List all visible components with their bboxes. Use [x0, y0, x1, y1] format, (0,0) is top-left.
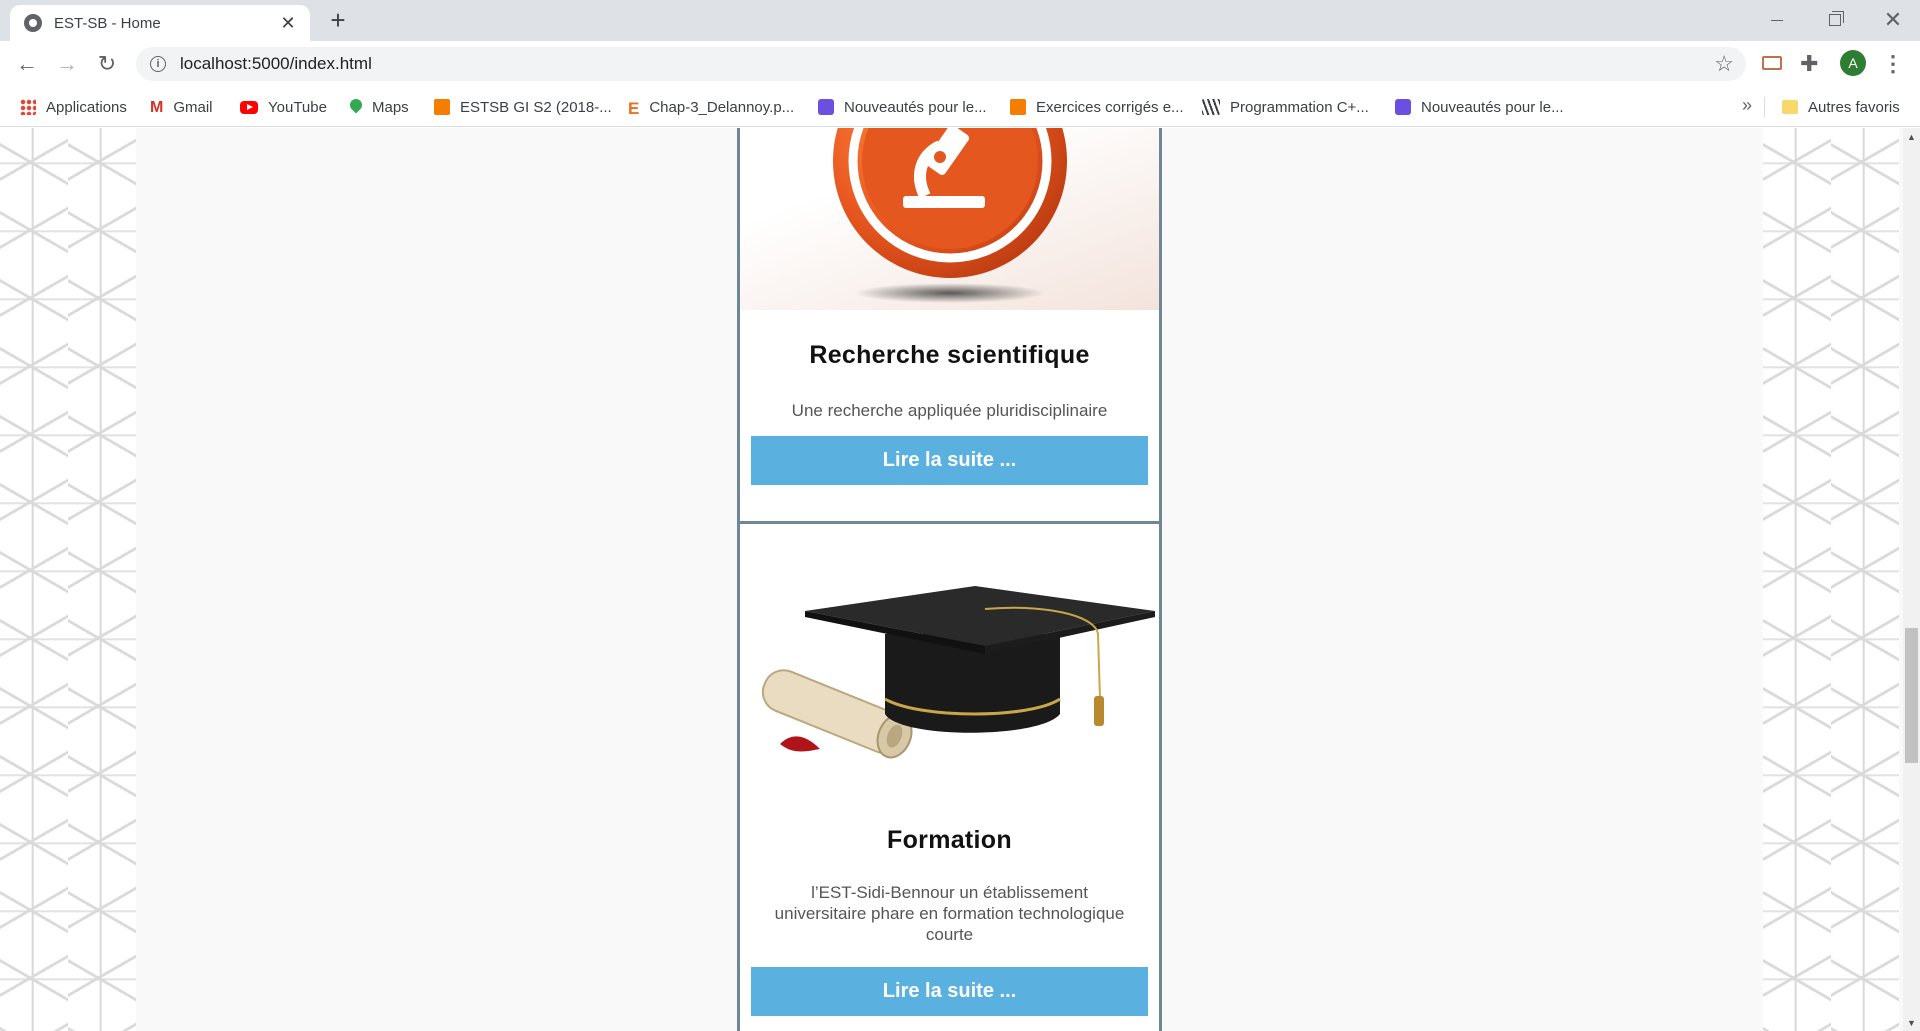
close-icon: ✕	[1883, 7, 1903, 32]
purple-bookmark-icon	[1395, 99, 1411, 115]
bookmark-label: ESTSB GI S2 (2018-...	[460, 98, 612, 116]
bookmark-label: Gmail	[173, 98, 213, 116]
minimize-icon	[1771, 19, 1783, 21]
e-doc-icon: E	[628, 99, 640, 118]
folder-icon	[1782, 100, 1798, 114]
more-bookmarks-button[interactable]: »	[1742, 95, 1752, 116]
bookmark-nouveautes-1[interactable]: Nouveautés pour le...	[818, 96, 987, 118]
bookmark-programmation[interactable]: Programmation C+...	[1202, 96, 1369, 118]
other-bookmarks-label: Autres favoris	[1808, 98, 1900, 116]
bookmark-maps[interactable]: Maps	[350, 96, 409, 118]
bookmark-label: Chap-3_Delannoy.p...	[649, 98, 795, 116]
microscope-icon	[833, 128, 1067, 303]
prog-icon	[1202, 99, 1220, 115]
apps-grid-icon	[20, 99, 36, 115]
reload-button[interactable]: ↻	[92, 49, 122, 79]
url-text[interactable]: localhost:5000/index.html	[180, 54, 1714, 74]
minimize-button[interactable]	[1748, 0, 1806, 40]
restore-icon	[1829, 11, 1844, 26]
bookmark-applications[interactable]: Applications	[20, 96, 127, 118]
research-read-more-button[interactable]: Lire la suite ...	[751, 436, 1148, 485]
arrow-right-icon: →	[56, 51, 78, 76]
bookmark-youtube[interactable]: YouTube	[240, 96, 327, 118]
star-icon[interactable]: ☆	[1714, 51, 1734, 77]
gmail-icon: M	[150, 99, 164, 116]
bookmark-label: Exercices corrigés e...	[1036, 98, 1184, 116]
page-scrollbar[interactable]: ▲ ▼	[1903, 128, 1920, 1031]
formation-read-more-button[interactable]: Lire la suite ...	[751, 967, 1148, 1016]
research-title: Recherche scientifique	[809, 341, 1090, 369]
blogger-icon	[434, 99, 450, 115]
bookmark-label: Applications	[46, 98, 127, 116]
back-button[interactable]: ←	[12, 49, 42, 79]
maps-icon	[350, 99, 362, 115]
bookmark-estsb[interactable]: ESTSB GI S2 (2018-...	[434, 96, 612, 118]
page-viewport: Recherche scientifique Une recherche app…	[0, 128, 1903, 1031]
arrow-left-icon: ←	[16, 51, 38, 76]
formation-card: Formation l’EST-Sidi-Bennour un établiss…	[737, 521, 1162, 1031]
info-icon[interactable]: i	[150, 56, 166, 72]
bookmark-label: Nouveautés pour le...	[1421, 98, 1564, 116]
formation-description: l’EST-Sidi-Bennour un établissement univ…	[774, 883, 1125, 944]
tab-title: EST-SB - Home	[54, 14, 161, 32]
bookmark-label: YouTube	[268, 98, 327, 116]
restore-button[interactable]	[1806, 0, 1864, 40]
kebab-menu-icon[interactable]: ⋮	[1882, 51, 1904, 77]
bookmarks-bar: Applications M Gmail YouTube Maps ESTSB …	[0, 87, 1920, 127]
graduation-cap-image	[740, 524, 1159, 799]
bookmark-label: Nouveautés pour le...	[844, 98, 987, 116]
bookmark-nouveautes-2[interactable]: Nouveautés pour le...	[1395, 96, 1564, 118]
new-tab-button[interactable]: +	[324, 6, 352, 34]
browser-tab[interactable]: EST-SB - Home ✕	[10, 5, 310, 41]
graduation-cap-icon	[761, 586, 1155, 759]
globe-icon	[24, 14, 42, 32]
microscope-image	[740, 128, 1159, 310]
scroll-down-arrow-icon[interactable]: ▼	[1903, 1014, 1920, 1031]
decorative-pattern-left	[0, 128, 136, 1031]
other-bookmarks-folder[interactable]: Autres favoris	[1782, 96, 1900, 118]
purple-bookmark-icon	[818, 99, 834, 115]
browser-toolbar: ← → ↻ i localhost:5000/index.html ☆ ✚ A …	[0, 41, 1920, 87]
bookmark-exercices[interactable]: Exercices corrigés e...	[1010, 96, 1184, 118]
close-tab-icon[interactable]: ✕	[278, 13, 298, 34]
bookmark-gmail[interactable]: M Gmail	[150, 96, 213, 118]
address-bar[interactable]: i localhost:5000/index.html ☆	[136, 47, 1746, 81]
bookmark-label: Programmation C+...	[1230, 98, 1369, 116]
scroll-up-arrow-icon[interactable]: ▲	[1903, 128, 1920, 145]
bookmark-delannoy[interactable]: E Chap-3_Delannoy.p...	[628, 96, 795, 119]
youtube-icon	[240, 100, 258, 114]
mail-extension-icon[interactable]	[1762, 56, 1782, 70]
puzzle-icon[interactable]: ✚	[1800, 51, 1818, 77]
close-window-button[interactable]: ✕	[1864, 0, 1920, 40]
tab-strip: EST-SB - Home ✕ + ✕	[0, 0, 1920, 41]
blogger-icon	[1010, 99, 1026, 115]
avatar[interactable]: A	[1840, 50, 1866, 76]
formation-title: Formation	[887, 826, 1012, 854]
decorative-pattern-right	[1763, 128, 1899, 1031]
reload-icon: ↻	[97, 51, 117, 76]
bookmark-label: Maps	[372, 98, 409, 116]
bookmarks-divider	[1764, 97, 1765, 117]
scroll-thumb[interactable]	[1905, 628, 1918, 763]
forward-button[interactable]: →	[52, 49, 82, 79]
research-description: Une recherche appliquée pluridisciplinai…	[791, 401, 1108, 420]
